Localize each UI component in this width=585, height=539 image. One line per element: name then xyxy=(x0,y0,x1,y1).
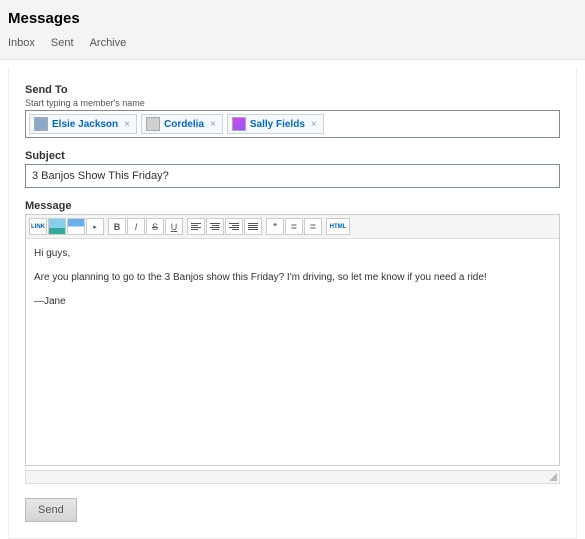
send-button[interactable]: Send xyxy=(25,498,77,522)
avatar-icon xyxy=(232,117,246,131)
editor-toolbar: LINK B I S U ❝ ≣ ≣ xyxy=(26,215,559,239)
toolbar-video-button[interactable] xyxy=(86,218,104,235)
toolbar-italic-button[interactable]: I xyxy=(127,218,145,235)
toolbar-ol-button[interactable]: ≣ xyxy=(304,218,322,235)
recipient-chip: Elsie Jackson × xyxy=(29,114,137,134)
recipient-chip: Sally Fields × xyxy=(227,114,324,134)
compose-form: Send To Start typing a member's name Els… xyxy=(8,68,577,539)
remove-recipient-icon[interactable]: × xyxy=(309,119,319,130)
recipient-chip: Cordelia × xyxy=(141,114,223,134)
recipient-name[interactable]: Cordelia xyxy=(164,119,204,130)
remove-recipient-icon[interactable]: × xyxy=(122,119,132,130)
remove-recipient-icon[interactable]: × xyxy=(208,119,218,130)
toolbar-ul-button[interactable]: ≣ xyxy=(285,218,303,235)
toolbar-align-justify-button[interactable] xyxy=(244,218,262,235)
recipient-name[interactable]: Sally Fields xyxy=(250,119,305,130)
body-line: Are you planning to go to the 3 Banjos s… xyxy=(34,271,551,285)
body-line: Hi guys, xyxy=(34,247,551,261)
toolbar-align-right-button[interactable] xyxy=(225,218,243,235)
avatar-icon xyxy=(34,117,48,131)
avatar-icon xyxy=(146,117,160,131)
toolbar-strike-button[interactable]: S xyxy=(146,218,164,235)
resize-grip-icon[interactable] xyxy=(549,473,557,481)
toolbar-image-button[interactable] xyxy=(48,218,66,235)
toolbar-link-button[interactable]: LINK xyxy=(29,218,47,235)
recipient-name[interactable]: Elsie Jackson xyxy=(52,119,118,130)
sendto-hint: Start typing a member's name xyxy=(25,98,560,108)
toolbar-bold-button[interactable]: B xyxy=(108,218,126,235)
subject-input[interactable] xyxy=(25,164,560,188)
tabs: Inbox Sent Archive xyxy=(8,37,577,59)
toolbar-align-left-button[interactable] xyxy=(187,218,205,235)
subject-label: Subject xyxy=(25,150,560,162)
toolbar-underline-button[interactable]: U xyxy=(165,218,183,235)
toolbar-media-button[interactable] xyxy=(67,218,85,235)
toolbar-align-center-button[interactable] xyxy=(206,218,224,235)
editor-resize-bar[interactable] xyxy=(25,470,560,484)
toolbar-quote-button[interactable]: ❝ xyxy=(266,218,284,235)
message-label: Message xyxy=(25,200,560,212)
header: Messages Inbox Sent Archive xyxy=(0,0,585,60)
message-editor: LINK B I S U ❝ ≣ ≣ xyxy=(25,214,560,466)
sendto-label: Send To xyxy=(25,84,560,96)
tab-archive[interactable]: Archive xyxy=(90,37,127,49)
message-body[interactable]: Hi guys, Are you planning to go to the 3… xyxy=(26,239,559,465)
page-title: Messages xyxy=(8,10,577,27)
sendto-input[interactable]: Elsie Jackson × Cordelia × Sally Fields … xyxy=(25,110,560,138)
tab-sent[interactable]: Sent xyxy=(51,37,74,49)
body-line: —Jane xyxy=(34,295,551,309)
tab-inbox[interactable]: Inbox xyxy=(8,37,35,49)
toolbar-html-button[interactable]: HTML xyxy=(326,218,350,235)
